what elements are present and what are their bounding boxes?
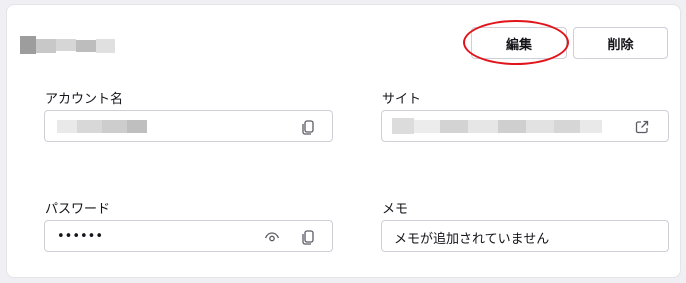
external-link-icon[interactable] <box>634 119 650 135</box>
entry-title-redacted <box>20 36 115 54</box>
memo-label: メモ <box>382 202 409 217</box>
delete-button[interactable]: 削除 <box>573 27 668 59</box>
site-field[interactable] <box>381 110 669 142</box>
account-name-field[interactable] <box>44 110 333 142</box>
password-value: •••••• <box>57 229 104 244</box>
eye-icon[interactable] <box>264 229 280 245</box>
account-name-label: アカウント名 <box>45 92 124 107</box>
edit-button[interactable]: 編集 <box>471 27 567 59</box>
copy-icon[interactable] <box>300 229 316 245</box>
copy-icon[interactable] <box>300 119 316 135</box>
password-field[interactable]: •••••• <box>44 220 333 252</box>
memo-value: メモが追加されていません <box>394 232 550 247</box>
site-label: サイト <box>382 92 422 107</box>
password-label: パスワード <box>45 202 111 217</box>
memo-field[interactable]: メモが追加されていません <box>381 220 669 252</box>
